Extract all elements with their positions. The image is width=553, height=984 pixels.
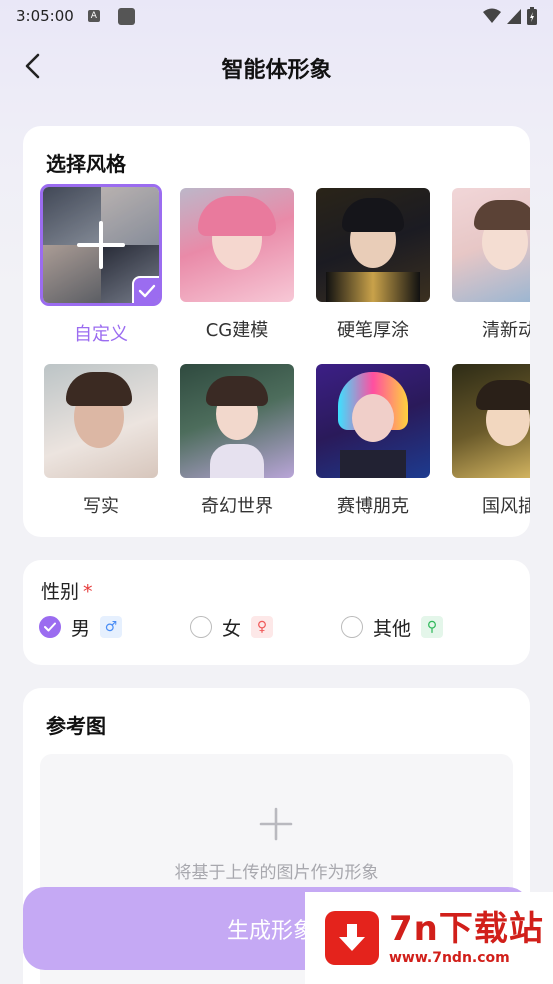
style-label-fresh: 清新动: [482, 320, 530, 341]
style-item-cyberpunk[interactable]: 赛博朋克: [316, 364, 434, 518]
other-gender-symbol-icon: ⚲: [421, 616, 444, 638]
gender-label: 性别 *: [41, 577, 93, 604]
style-thumb-realistic[interactable]: [44, 364, 158, 478]
add-plus-icon: [77, 221, 125, 269]
download-arrow-logo-icon: [325, 911, 379, 965]
signal-icon: [507, 9, 521, 24]
style-thumb-custom[interactable]: [40, 184, 162, 306]
style-label-cg: CG建模: [205, 320, 269, 341]
required-mark: *: [83, 581, 93, 603]
wifi-icon: [483, 8, 501, 23]
reference-title: 参考图: [46, 714, 106, 738]
style-item-hard-pen[interactable]: 硬笔厚涂: [316, 188, 434, 342]
style-thumb-cyberpunk[interactable]: [316, 364, 430, 478]
gender-option-male-label: 男: [71, 617, 91, 640]
style-label-custom: 自定义: [74, 324, 128, 345]
style-label-fantasy: 奇幻世界: [201, 496, 273, 517]
status-time: 3:05:00: [16, 7, 74, 25]
style-label-cyberpunk: 赛博朋克: [337, 496, 409, 517]
radio-male[interactable]: [39, 616, 61, 638]
style-label-hard-pen: 硬笔厚涂: [337, 320, 409, 341]
top-app-bar: 智能体形象: [0, 40, 553, 92]
notification-a-icon: A: [87, 10, 100, 22]
style-item-fresh[interactable]: 清新动: [452, 188, 530, 342]
status-bar: 3:05:00 A: [0, 0, 553, 32]
gender-label-text: 性别: [41, 581, 80, 603]
style-section-card: 选择风格 自定义 CG建模 硬笔厚涂 清新动 写实 奇幻世界 赛博朋克 国风插: [23, 126, 530, 537]
style-thumb-hard-pen[interactable]: [316, 188, 430, 302]
gender-option-male[interactable]: 男 ♂: [39, 614, 123, 640]
radio-other[interactable]: [341, 616, 363, 638]
style-item-fantasy[interactable]: 奇幻世界: [180, 364, 298, 518]
style-label-realistic: 写实: [83, 496, 119, 517]
style-thumb-cg[interactable]: [180, 188, 294, 302]
gender-option-other[interactable]: 其他 ⚲: [341, 614, 444, 640]
style-label-chinese: 国风插: [482, 496, 530, 517]
gender-option-female[interactable]: 女 ♀: [190, 614, 274, 640]
style-section-title: 选择风格: [46, 152, 126, 176]
watermark-url: www.7ndn.com: [389, 950, 510, 966]
radio-female[interactable]: [190, 616, 212, 638]
gender-option-female-label: 女: [222, 617, 242, 640]
style-thumb-fresh[interactable]: [452, 188, 530, 302]
style-item-realistic[interactable]: 写实: [44, 364, 162, 518]
notification-app-icon: [117, 7, 135, 25]
style-thumb-fantasy[interactable]: [180, 364, 294, 478]
watermark-text: 7n下载站 www.7ndn.com: [389, 910, 544, 966]
male-symbol-icon: ♂: [100, 616, 123, 638]
gender-option-other-label: 其他: [373, 617, 412, 640]
style-item-cg[interactable]: CG建模: [180, 188, 298, 342]
selected-check-icon: [132, 276, 159, 303]
gender-section-card: 性别 * 男 ♂ 女 ♀ 其他 ⚲: [23, 560, 530, 665]
battery-icon: [527, 7, 537, 25]
watermark-name: 7n下载站: [389, 909, 544, 949]
style-item-chinese[interactable]: 国风插: [452, 364, 530, 518]
upload-plus-icon: [259, 807, 293, 841]
style-thumb-chinese[interactable]: [452, 364, 530, 478]
site-watermark: 7n下载站 www.7ndn.com: [305, 892, 553, 984]
style-item-custom[interactable]: 自定义: [40, 184, 162, 346]
upload-hint: 将基于上传的图片作为形象: [174, 863, 379, 883]
female-symbol-icon: ♀: [251, 616, 274, 638]
status-indicators: [483, 7, 537, 25]
page-title: 智能体形象: [221, 58, 332, 83]
